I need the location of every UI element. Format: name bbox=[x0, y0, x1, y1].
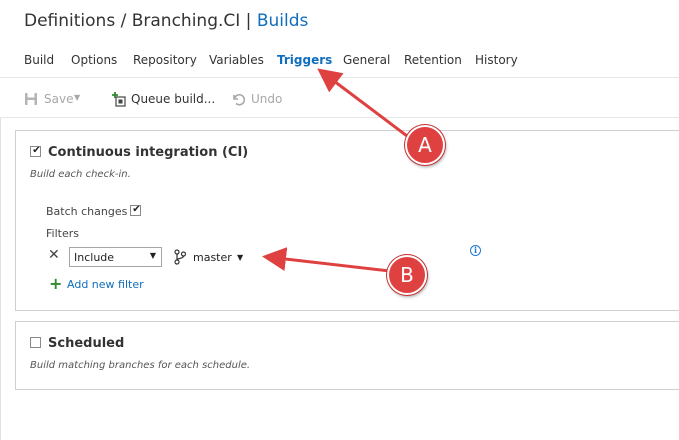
filters-label: Filters bbox=[46, 227, 79, 240]
save-icon bbox=[25, 93, 37, 105]
batch-changes-label: Batch changes bbox=[46, 205, 128, 218]
ci-panel: ✔ Continuous integration (CI) Build each… bbox=[15, 130, 679, 311]
scheduled-title: Scheduled bbox=[48, 336, 125, 351]
tab-history[interactable]: History bbox=[475, 53, 518, 67]
scheduled-checkbox[interactable] bbox=[30, 337, 41, 348]
queue-build-label: Queue build... bbox=[131, 92, 216, 106]
tab-triggers[interactable]: Triggers bbox=[277, 53, 332, 67]
tab-retention[interactable]: Retention bbox=[404, 53, 462, 67]
ci-description: Build each check-in. bbox=[30, 169, 131, 180]
chevron-down-icon: ▼ bbox=[149, 251, 156, 260]
toolbar-divider bbox=[0, 117, 679, 118]
tab-repository[interactable]: Repository bbox=[133, 53, 197, 67]
queue-build-button[interactable]: Queue build... bbox=[111, 91, 215, 107]
remove-filter-icon[interactable]: ✕ bbox=[48, 248, 62, 262]
info-icon[interactable]: i bbox=[470, 245, 481, 256]
tab-options[interactable]: Options bbox=[71, 53, 117, 67]
add-new-filter-label: Add new filter bbox=[67, 278, 144, 291]
save-button[interactable]: Save ▼ bbox=[24, 91, 84, 107]
tab-build[interactable]: Build bbox=[24, 53, 54, 67]
breadcrumb-root[interactable]: Definitions bbox=[24, 11, 115, 31]
breadcrumb-separator: / bbox=[115, 11, 132, 31]
breadcrumb: Definitions / Branching.CI | Builds bbox=[24, 11, 308, 31]
breadcrumb-builds[interactable]: Builds bbox=[257, 11, 309, 31]
queue-build-icon bbox=[112, 92, 126, 107]
scheduled-panel: Scheduled Build matching branches for ea… bbox=[15, 321, 679, 390]
breadcrumb-separator: | bbox=[240, 11, 257, 31]
tab-variables[interactable]: Variables bbox=[209, 53, 264, 67]
chevron-down-icon: ▼ bbox=[74, 93, 81, 102]
checkmark-icon: ✔ bbox=[32, 145, 41, 156]
breadcrumb-definition: Branching.CI bbox=[131, 11, 241, 31]
callout-b: B bbox=[387, 255, 427, 295]
tab-divider bbox=[0, 77, 679, 78]
arrow-a bbox=[317, 68, 412, 141]
batch-changes-checkbox[interactable]: ✔ bbox=[130, 204, 141, 216]
left-rail bbox=[0, 118, 1, 440]
callout-a: A bbox=[405, 125, 445, 165]
branch-value[interactable]: master bbox=[193, 251, 232, 264]
tab-general[interactable]: General bbox=[343, 53, 390, 67]
plus-icon: + bbox=[49, 274, 63, 293]
ci-title: Continuous integration (CI) bbox=[48, 145, 249, 160]
save-label: Save bbox=[44, 92, 74, 106]
undo-button[interactable]: Undo bbox=[231, 91, 291, 107]
undo-icon bbox=[233, 94, 245, 106]
undo-label: Undo bbox=[251, 92, 283, 106]
filter-type-select[interactable]: Include ▼ bbox=[69, 247, 162, 267]
branch-icon bbox=[174, 249, 187, 265]
filter-type-value: Include bbox=[74, 251, 115, 264]
checkmark-icon: ✔ bbox=[132, 204, 141, 215]
ci-checkbox[interactable]: ✔ bbox=[30, 145, 41, 157]
scheduled-description: Build matching branches for each schedul… bbox=[30, 360, 251, 371]
chevron-down-icon[interactable]: ▼ bbox=[237, 253, 243, 262]
